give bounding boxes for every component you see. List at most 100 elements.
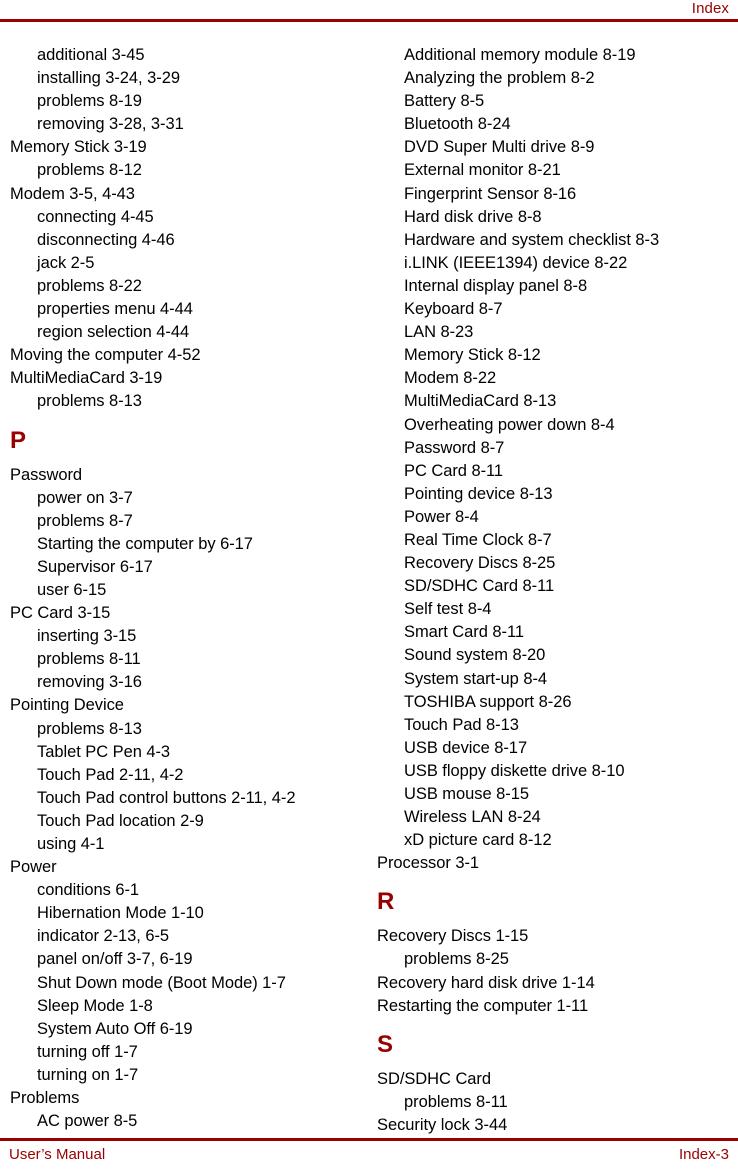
index-subentry: SD/SDHC Card 8-11 (404, 577, 555, 596)
index-entry: Power (10, 858, 57, 877)
index-entry: Recovery hard disk drive 1-14 (377, 973, 595, 992)
section-heading-s: S (377, 1030, 394, 1058)
index-subentry: Internal display panel 8-8 (404, 276, 588, 295)
header-rule (0, 19, 738, 22)
index-subentry: connecting 4-45 (37, 207, 154, 226)
index-entry: Modem 3-5, 4-43 (10, 184, 135, 203)
index-subentry: External monitor 8-21 (404, 161, 561, 180)
index-subentry: problems 8-11 (404, 1092, 508, 1111)
index-subentry: problems 8-19 (37, 92, 142, 111)
index-entry: Memory Stick 3-19 (10, 138, 147, 157)
index-subentry: Touch Pad 8-13 (404, 715, 519, 734)
index-entry: Password (10, 465, 83, 484)
index-entry: Recovery Discs 1-15 (377, 927, 529, 946)
index-subentry: Hibernation Mode 1-10 (37, 904, 204, 923)
index-subentry: properties menu 4-44 (37, 300, 193, 319)
index-subentry: Sound system 8-20 (404, 646, 546, 665)
index-entry: SD/SDHC Card (377, 1069, 492, 1088)
index-subentry: Overheating power down 8-4 (404, 415, 615, 434)
index-subentry: removing 3-28, 3-31 (37, 115, 184, 134)
index-subentry: inserting 3-15 (37, 627, 137, 646)
header-title: Index (691, 0, 729, 17)
index-subentry: problems 8-11 (37, 650, 141, 669)
index-subentry: AC power 8-5 (37, 1112, 138, 1131)
index-subentry: PC Card 8-11 (404, 461, 504, 480)
footer-manual-label: User’s Manual (9, 1146, 106, 1163)
index-subentry: Recovery Discs 8-25 (404, 554, 556, 573)
footer-page-number: Index-3 (678, 1146, 729, 1163)
right-column: Additional memory module 8-19 Analyzing t… (369, 44, 738, 1137)
index-subentry: Fingerprint Sensor 8-16 (404, 184, 577, 203)
section-heading-p: P (10, 426, 27, 454)
index-subentry: xD picture card 8-12 (404, 831, 552, 850)
index-subentry: DVD Super Multi drive 8-9 (404, 138, 595, 157)
page-header: Index (0, 0, 738, 24)
index-subentry: removing 3-16 (37, 673, 142, 692)
index-entry: Pointing Device (10, 696, 124, 715)
index-subentry: problems 8-12 (37, 161, 142, 180)
index-subentry: Tablet PC Pen 4-3 (37, 742, 171, 761)
index-entry: PC Card 3-15 (10, 604, 111, 623)
index-subentry: Real Time Clock 8-7 (404, 530, 552, 549)
index-subentry: Supervisor 6-17 (37, 557, 153, 576)
index-subentry: MultiMediaCard 8-13 (404, 392, 557, 411)
index-subentry: panel on/off 3-7, 6-19 (37, 950, 193, 969)
index-subentry: i.LINK (IEEE1394) device 8-22 (404, 253, 628, 272)
index-subentry: Wireless LAN 8-24 (404, 808, 541, 827)
index-subentry: region selection 4-44 (37, 323, 190, 342)
index-subentry: Password 8-7 (404, 438, 505, 457)
index-subentry: Smart Card 8-11 (404, 623, 524, 642)
index-subentry: problems 8-13 (37, 392, 142, 411)
index-subentry: USB floppy diskette drive 8-10 (404, 761, 625, 780)
index-subentry: problems 8-7 (37, 511, 133, 530)
page-footer: User’s Manual Index-3 (0, 1132, 738, 1172)
index-subentry: Sleep Mode 1-8 (37, 996, 153, 1015)
index-subentry: Pointing device 8-13 (404, 484, 553, 503)
index-subentry: using 4-1 (37, 835, 105, 853)
index-subentry: disconnecting 4-46 (37, 230, 175, 249)
index-subentry: Touch Pad 2-11, 4-2 (37, 765, 184, 784)
index-subentry: problems 8-25 (404, 950, 509, 969)
index-entry: MultiMediaCard 3-19 (10, 369, 163, 388)
index-subentry: indicator 2-13, 6-5 (37, 927, 170, 946)
index-subentry: Memory Stick 8-12 (404, 346, 541, 365)
index-subentry: Additional memory module 8-19 (404, 46, 636, 64)
footer-rule (0, 1138, 738, 1141)
index-entry: Processor 3-1 (377, 854, 480, 873)
index-subentry: Battery 8-5 (404, 92, 485, 111)
index-subentry: System Auto Off 6-19 (37, 1019, 193, 1038)
index-subentry: installing 3-24, 3-29 (37, 69, 180, 88)
index-subentry: Hard disk drive 8-8 (404, 207, 542, 226)
index-subentry: user 6-15 (37, 580, 107, 599)
index-entry: Restarting the computer 1-11 (377, 996, 589, 1015)
index-subentry: Bluetooth 8-24 (404, 115, 511, 134)
index-subentry: Touch Pad control buttons 2-11, 4-2 (37, 788, 296, 807)
left-column: additional 3-45 installing 3-24, 3-29 prob… (0, 44, 369, 1133)
index-subentry: jack 2-5 (37, 253, 95, 272)
index-subentry: TOSHIBA support 8-26 (404, 692, 572, 711)
index-subentry: problems 8-13 (37, 719, 142, 738)
index-subentry: Power 8-4 (404, 507, 479, 526)
index-subentry: USB mouse 8-15 (404, 785, 529, 803)
index-subentry: Analyzing the problem 8-2 (404, 69, 595, 88)
index-subentry: USB device 8-17 (404, 738, 528, 757)
index-subentry: Keyboard 8-7 (404, 300, 503, 319)
index-entry: Problems (10, 1089, 80, 1108)
section-heading-r: R (377, 888, 395, 916)
index-subentry: conditions 6-1 (37, 881, 140, 900)
index-subentry: Touch Pad location 2-9 (37, 811, 204, 830)
index-subentry: turning off 1-7 (37, 1042, 138, 1061)
index-subentry: additional 3-45 (37, 46, 145, 64)
index-subentry: turning on 1-7 (37, 1065, 139, 1084)
index-subentry: Hardware and system checklist 8-3 (404, 230, 660, 249)
index-entry: Moving the computer 4-52 (10, 346, 201, 365)
index-page: Index additional 3-45 installing 3-24, 3-… (0, 0, 738, 1172)
index-subentry: power on 3-7 (37, 488, 133, 507)
index-subentry: System start-up 8-4 (404, 669, 548, 688)
index-subentry: problems 8-22 (37, 276, 142, 295)
index-subentry: Self test 8-4 (404, 600, 492, 619)
index-columns: additional 3-45 installing 3-24, 3-29 prob… (0, 44, 738, 1137)
index-subentry: Starting the computer by 6-17 (37, 534, 253, 553)
index-subentry: Shut Down mode (Boot Mode) 1-7 (37, 973, 286, 992)
index-subentry: Modem 8-22 (404, 369, 497, 388)
